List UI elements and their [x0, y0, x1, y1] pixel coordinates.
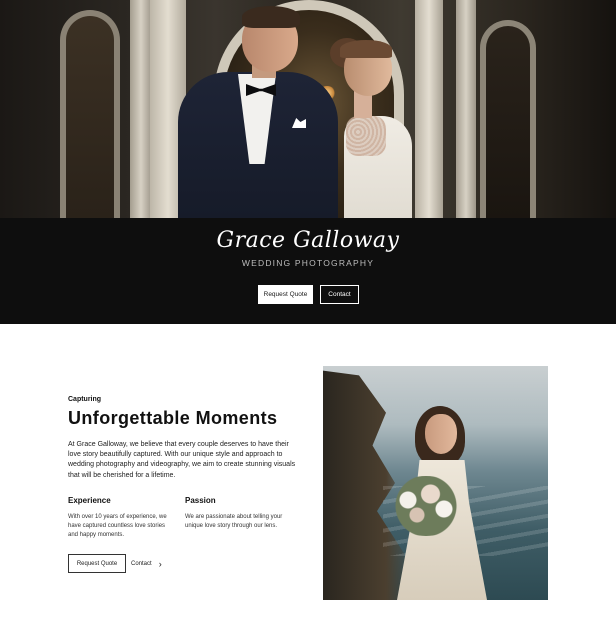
stone-pillar	[456, 0, 476, 218]
contact-link-label: Contact	[131, 560, 152, 567]
brand-tagline: WEDDING PHOTOGRAPHY	[241, 258, 375, 268]
feature-passion: Passion We are passionate about telling …	[185, 496, 291, 531]
brand-band: Grace Galloway WEDDING PHOTOGRAPHY Reque…	[0, 218, 616, 324]
feature-text: With over 10 years of experience, we hav…	[68, 514, 167, 538]
stone-pillar	[415, 0, 443, 218]
feature-experience: Experience With over 10 years of experie…	[68, 496, 174, 540]
groom-hair	[242, 6, 300, 28]
contact-link[interactable]: Contact ›	[131, 554, 162, 573]
brand-logo-name: Grace Galloway	[216, 228, 400, 253]
intro-paragraph: At Grace Galloway, we believe that every…	[68, 441, 296, 479]
bride-coast-photo	[323, 366, 548, 600]
feature-title: Experience	[68, 496, 111, 505]
right-archway	[480, 20, 536, 218]
request-quote-button[interactable]: Request Quote	[68, 554, 126, 573]
left-archway	[60, 10, 120, 218]
bouquet	[381, 476, 471, 536]
bride-hair	[340, 40, 392, 58]
chevron-right-icon: ›	[158, 558, 162, 569]
hero-request-quote-button[interactable]: Request Quote	[258, 285, 313, 304]
feature-text: We are passionate about telling your uni…	[185, 514, 283, 529]
stone-pillar	[130, 0, 152, 218]
section-headline: Unforgettable Moments	[68, 408, 278, 428]
hero-couple-photo	[0, 0, 616, 218]
section-eyebrow: Capturing	[68, 396, 102, 403]
bride-lace-sleeve	[346, 116, 386, 156]
bride-face	[425, 414, 457, 454]
hero-contact-button[interactable]: Contact	[320, 285, 359, 304]
feature-title: Passion	[185, 496, 216, 505]
